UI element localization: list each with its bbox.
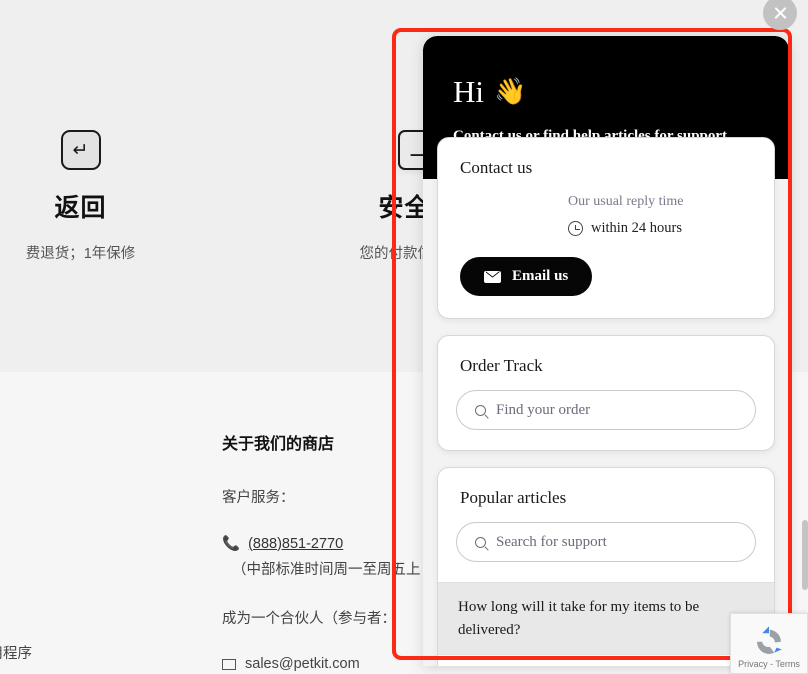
articles-search-wrap: Search for support	[438, 508, 774, 582]
waving-hand-icon: 👋	[494, 77, 527, 106]
envelope-icon	[222, 658, 236, 670]
return-arrow-icon: ↵	[60, 130, 101, 170]
feature-return: ↵ 返回 费退货；1年保修	[0, 130, 183, 263]
envelope-icon	[484, 270, 501, 283]
widget-body: Contact us Our usual reply time within 2…	[423, 137, 789, 666]
order-track-card: Order Track Find your order	[437, 335, 775, 451]
article-list-item[interactable]: How long will it take for my items to be…	[438, 582, 774, 654]
order-track-placeholder: Find your order	[496, 401, 591, 418]
close-icon	[773, 6, 788, 21]
popular-articles-title: Popular articles	[460, 488, 567, 507]
footer-phone-number[interactable]: (888)851-2770	[248, 536, 343, 552]
popular-articles-card: Popular articles Search for support How …	[437, 467, 775, 666]
screen-root: ↵ 返回 费退货；1年保修 ⚊ 安全支 您的付款信息将得 问题 我们 订单 套件…	[0, 0, 808, 674]
footer-link-3[interactable]: 订单	[0, 588, 175, 609]
recaptcha-badge[interactable]: Privacy - Terms	[730, 613, 808, 674]
search-icon	[475, 536, 486, 548]
support-chat-widget: Hi 👋 Contact us or find help articles fo…	[423, 36, 789, 666]
support-search-input[interactable]: Search for support	[456, 522, 756, 562]
footer-email-address[interactable]: sales@petkit.com	[245, 656, 360, 672]
feature-return-subtitle: 费退货；1年保修	[25, 246, 136, 262]
page-scrollbar[interactable]	[802, 520, 808, 590]
phone-icon: 📞	[222, 536, 241, 552]
article-list-item[interactable]: What is my warranty for my purchase?	[438, 654, 774, 666]
reply-time-value-row: within 24 hours	[568, 220, 752, 237]
recaptcha-logo-icon	[752, 623, 786, 657]
email-us-label: Email us	[512, 268, 569, 284]
footer-link-4[interactable]: 套件应用程序	[0, 642, 175, 663]
footer-column-left: 问题 我们 订单 套件应用程序 的	[0, 430, 175, 674]
feature-return-title: 返回	[54, 194, 107, 222]
footer-link-1[interactable]: 问题	[0, 480, 175, 501]
order-track-search-input[interactable]: Find your order	[456, 390, 756, 430]
widget-greeting-text: Hi	[453, 74, 484, 109]
recaptcha-terms-text[interactable]: Privacy - Terms	[738, 659, 800, 669]
support-search-placeholder: Search for support	[496, 533, 607, 550]
reply-time-value: within 24 hours	[591, 220, 683, 236]
article-title: How long will it take for my items to be…	[458, 599, 700, 638]
contact-card-title: Contact us	[460, 158, 533, 177]
clock-icon	[568, 221, 583, 236]
widget-greeting-row: Hi 👋	[453, 74, 759, 110]
order-track-search-wrap: Find your order	[438, 376, 774, 450]
email-us-button[interactable]: Email us	[460, 257, 593, 296]
reply-time-label: Our usual reply time	[568, 194, 684, 209]
order-track-title: Order Track	[460, 356, 543, 375]
search-icon	[475, 404, 486, 416]
contact-us-card: Contact us Our usual reply time within 2…	[437, 137, 775, 319]
reply-time-block: Our usual reply time within 24 hours	[438, 178, 774, 237]
footer-link-2[interactable]: 我们	[0, 534, 175, 555]
